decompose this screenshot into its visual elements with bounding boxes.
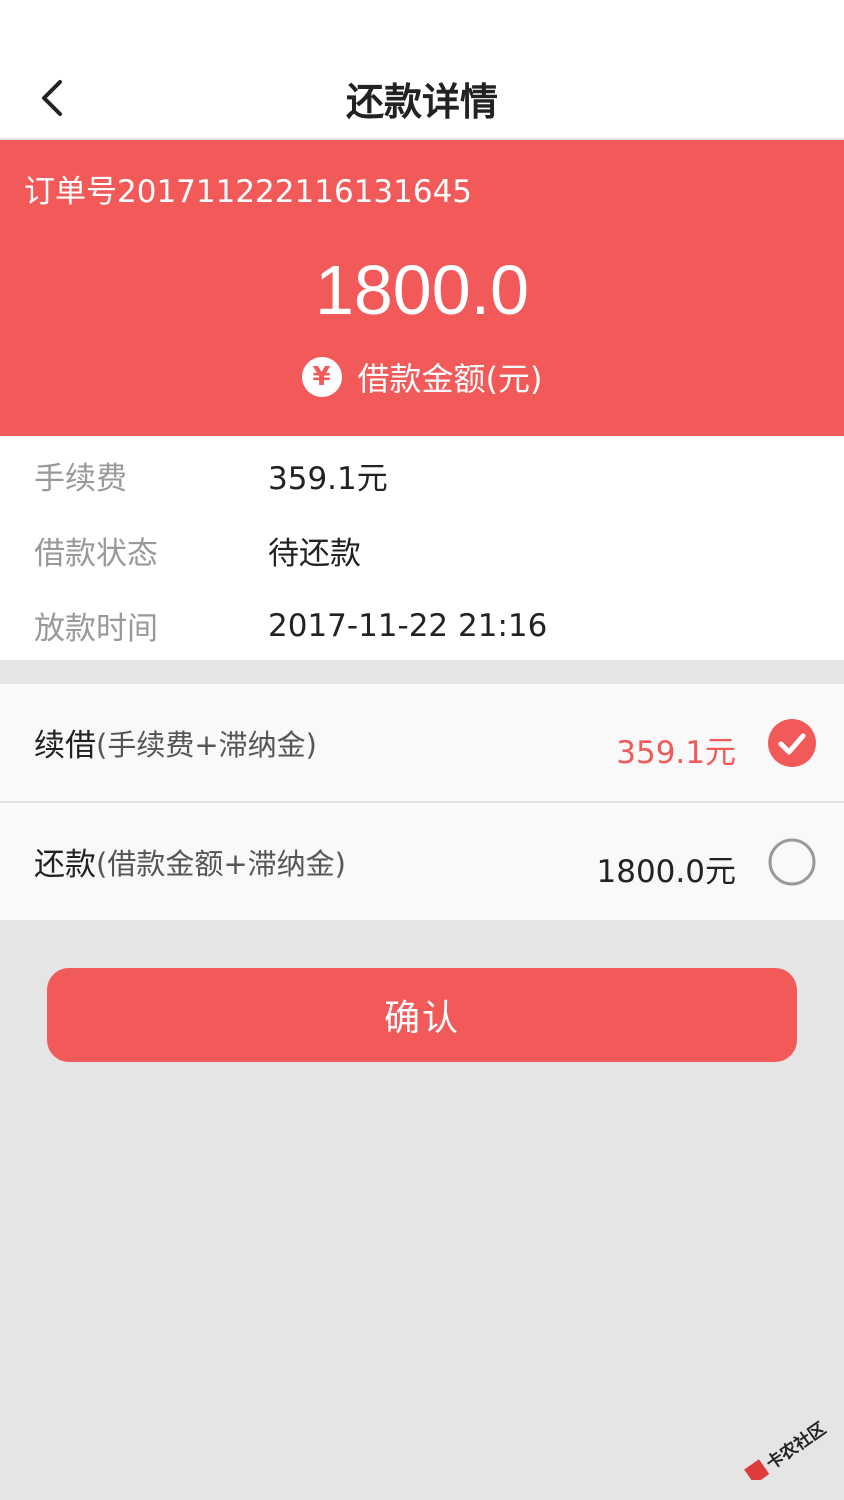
detail-label: 手续费 [34,461,127,497]
loan-details: 手续费 359.1元 借款状态 待还款 放款时间 2017-11-22 21:1… [0,436,844,660]
order-number: 订单号201711222116131645 [24,174,473,210]
option-subtitle: (手续费+滞纳金) [96,727,317,762]
option-title-main: 还款 [34,847,96,883]
detail-row-status: 借款状态 待还款 [0,513,844,588]
back-button[interactable] [30,68,74,128]
check-circle-icon[interactable] [768,718,816,767]
option-renew[interactable]: 续借 (手续费+滞纳金) 359.1元 [0,684,844,801]
option-title: 续借 (手续费+滞纳金) [34,684,317,801]
option-title-main: 续借 [34,728,96,764]
option-subtitle: (借款金额+滞纳金) [96,846,346,881]
option-title: 还款 (借款金额+滞纳金) [34,803,346,920]
option-repay[interactable]: 还款 (借款金额+滞纳金) 1800.0元 [0,801,844,920]
loan-summary: 订单号201711222116131645 1800.0 ¥ 借款金额(元) [0,140,844,436]
detail-value: 待还款 [268,536,361,572]
chevron-left-icon [42,80,62,116]
option-amount: 359.1元 [616,735,736,771]
detail-label: 放款时间 [34,611,158,647]
detail-value: 2017-11-22 21:16 [268,607,548,644]
watermark-logo: 卡农社区 [744,1418,830,1480]
loan-amount-caption: ¥ 借款金额(元) [0,354,844,400]
detail-label: 借款状态 [34,536,158,572]
detail-value: 359.1元 [268,461,388,497]
detail-row-time: 放款时间 2017-11-22 21:16 [0,588,844,663]
watermark-text: 卡农社区 [762,1418,830,1474]
detail-row-fee: 手续费 359.1元 [0,438,844,513]
page-title: 还款详情 [345,79,498,124]
nav-bar: 还款详情 [0,56,844,140]
confirm-button[interactable]: 确认 [47,968,797,1062]
status-bar [0,0,844,56]
section-divider [0,660,844,684]
option-amount: 1800.0元 [596,854,736,890]
loan-amount: 1800.0 [314,251,530,329]
yen-icon: ¥ [301,357,342,397]
radio-empty-icon[interactable] [768,838,816,886]
loan-amount-label: 借款金额(元) [357,360,543,398]
